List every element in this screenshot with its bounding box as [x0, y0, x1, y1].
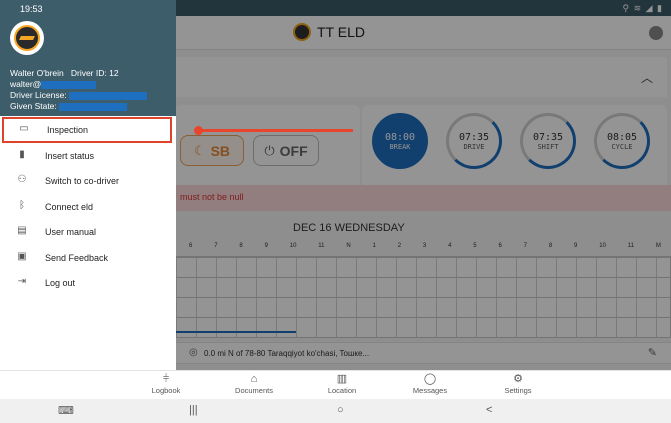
chart-icon: ▮ [19, 148, 25, 160]
tab-label: Messages [412, 386, 448, 395]
home-icon[interactable]: ○ [337, 404, 344, 416]
menu-item-label: Connect eld [45, 201, 94, 212]
android-nav-bar: ⌨ ||| ○ < [0, 399, 671, 423]
annotation-arrow-head [194, 126, 203, 135]
map-icon: ▥ [336, 373, 348, 385]
tab-logbook[interactable]: ⫩ Logbook [126, 372, 206, 395]
logbook-icon: ⫩ [162, 373, 170, 385]
logout-icon: ⇥ [17, 276, 27, 287]
driver-name: Walter O'brein [10, 68, 64, 78]
redacted [59, 102, 128, 111]
driver-email-row: walter@ [10, 79, 97, 89]
menu-item-log-out[interactable]: ⇥ Log out [0, 270, 176, 296]
bottom-tab-bar: ⫩ Logbook ⌂ Documents ▥ Location ◯ Messa… [0, 370, 671, 399]
tab-label: Logbook [151, 386, 181, 395]
book-icon: ▤ [17, 225, 27, 236]
state-label: Given State: [10, 101, 57, 111]
tab-settings[interactable]: ⚙ Settings [478, 372, 558, 395]
redacted [69, 91, 148, 100]
menu-item-label: User manual [45, 227, 97, 237]
driver-license-row: Driver License: [10, 90, 148, 100]
screen: 19:53 ⚲ ≋ ◢ ▮ TT ELD ︿ ☾ SB ⏻ OFF 08:00 … [0, 0, 671, 423]
bluetooth-icon: ᛒ [19, 199, 25, 211]
tab-messages[interactable]: ◯ Messages [390, 372, 470, 395]
back-icon[interactable]: < [486, 404, 492, 416]
navigation-drawer: 19:53 Walter O'brein Driver ID: 12 walte… [0, 0, 176, 370]
driver-id: Driver ID: 12 [70, 68, 119, 78]
documents-icon: ⌂ [250, 373, 258, 385]
redacted [41, 80, 97, 89]
menu-item-user-manual[interactable]: ▤ User manual [0, 219, 176, 245]
license-label: Driver License: [10, 90, 67, 100]
tab-location[interactable]: ▥ Location [302, 372, 382, 395]
app-logo [10, 21, 44, 55]
tab-label: Documents [235, 386, 273, 395]
drawer-menu: ▭ Inspection ▮ Insert status ⚇ Switch to… [0, 117, 176, 296]
drawer-header: 19:53 Walter O'brein Driver ID: 12 walte… [0, 0, 176, 116]
menu-item-connect-eld[interactable]: ᛒ Connect eld [0, 194, 176, 220]
menu-item-label: Insert status [45, 150, 95, 161]
menu-item-insert-status[interactable]: ▮ Insert status [0, 143, 176, 169]
keyboard-icon[interactable]: ⌨ [58, 404, 74, 417]
menu-item-label: Log out [45, 278, 76, 288]
menu-item-switch-co-driver[interactable]: ⚇ Switch to co-driver [0, 168, 176, 194]
driver-info: Walter O'brein Driver ID: 12 [10, 68, 119, 78]
menu-item-label: Switch to co-driver [45, 176, 120, 186]
settings-icon: ⚙ [513, 373, 523, 385]
menu-item-send-feedback[interactable]: ▣ Send Feedback [0, 245, 176, 271]
annotation-arrow [198, 129, 353, 132]
users-icon: ⚇ [17, 174, 27, 185]
feedback-icon: ▣ [17, 250, 27, 262]
menu-item-label: Send Feedback [45, 252, 109, 263]
driver-email: walter@ [10, 79, 42, 89]
recents-icon[interactable]: ||| [189, 404, 198, 416]
message-icon: ◯ [423, 373, 437, 385]
tab-label: Location [327, 386, 357, 395]
menu-item-label: Inspection [47, 125, 89, 135]
given-state-row: Given State: [10, 101, 128, 111]
tab-documents[interactable]: ⌂ Documents [214, 372, 294, 395]
calendar-icon: ▭ [19, 123, 29, 134]
tab-label: Settings [504, 386, 532, 395]
menu-item-inspection[interactable]: ▭ Inspection [2, 117, 172, 143]
status-time: 19:53 [20, 4, 43, 14]
